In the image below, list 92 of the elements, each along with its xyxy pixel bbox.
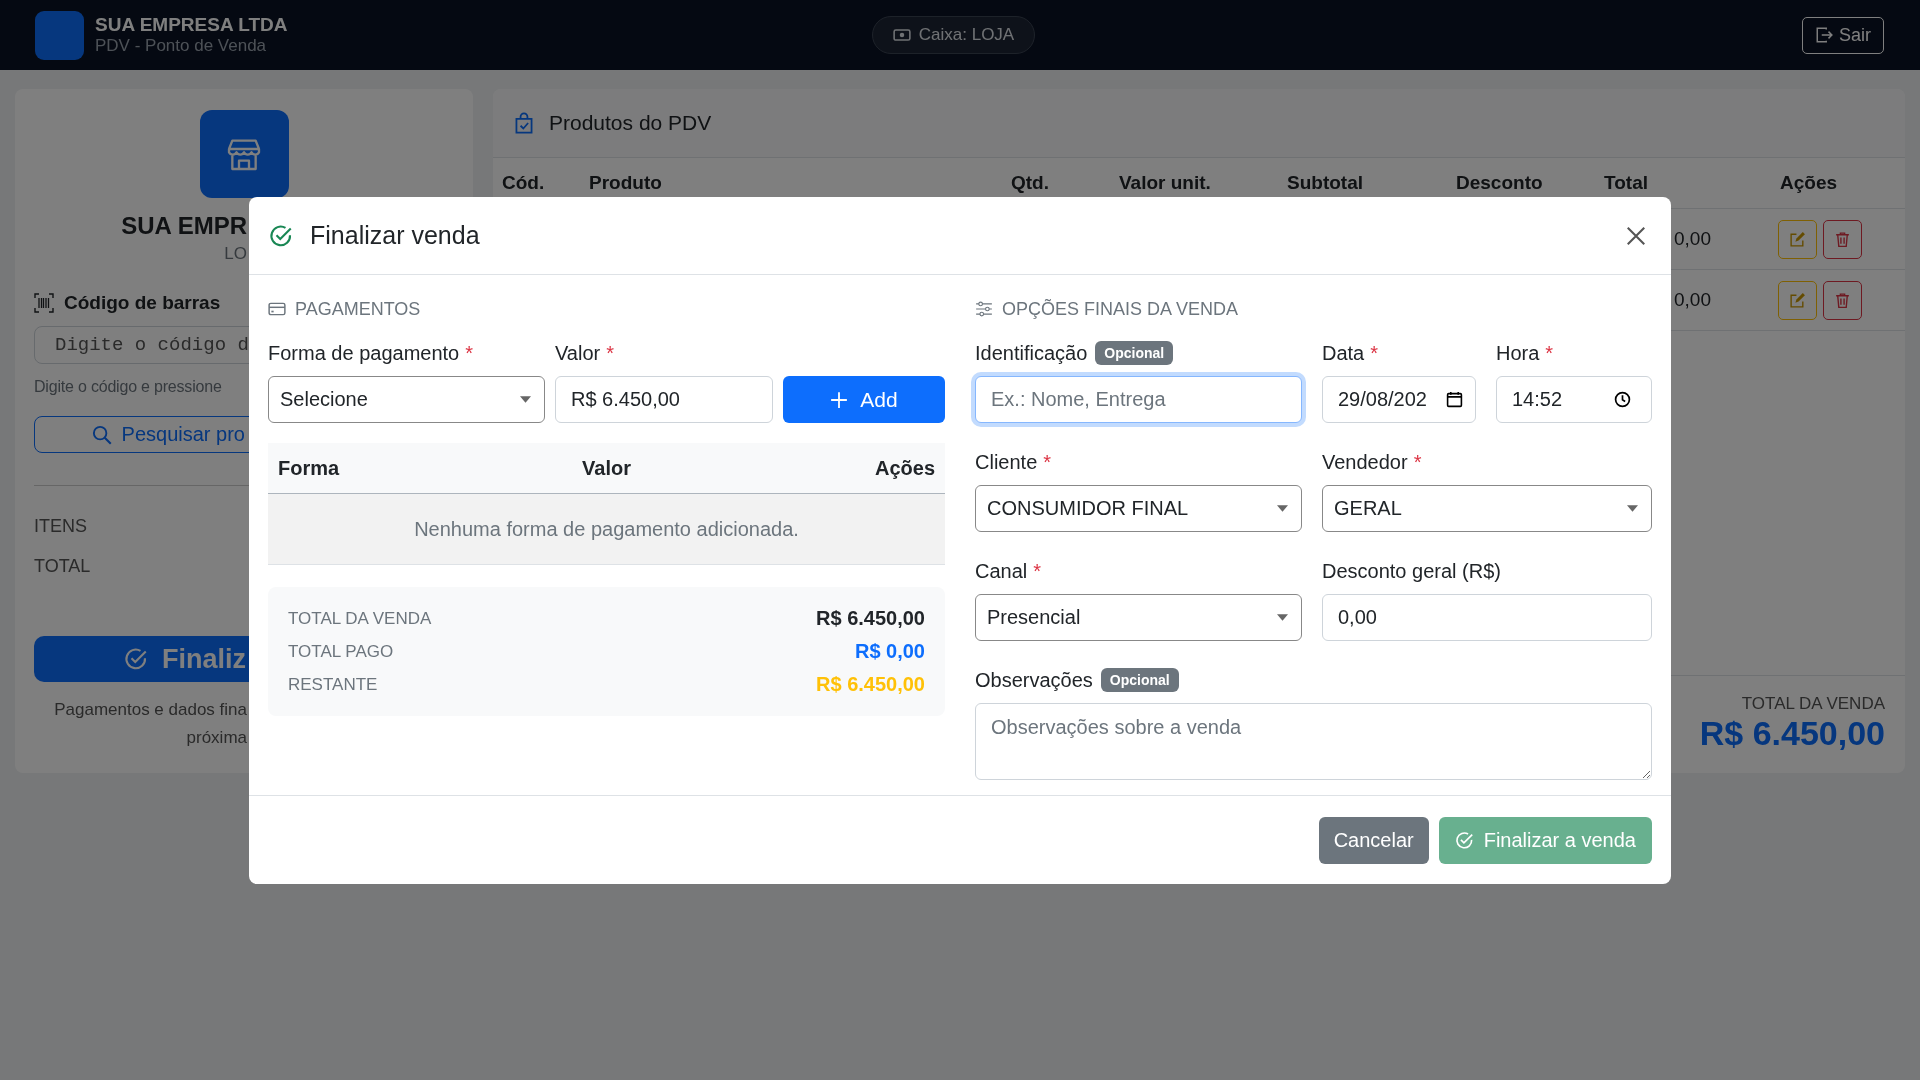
company-name: SUA EMPR <box>121 212 247 240</box>
clock-icon <box>1614 391 1631 408</box>
payment-method-select[interactable]: Selecione <box>268 376 545 423</box>
section-heading: OPÇÕES FINAIS DA VENDA <box>1002 298 1239 320</box>
required-mark: * <box>1370 341 1379 365</box>
field-label: Hora <box>1496 341 1540 365</box>
field-label: Canal <box>975 559 1028 583</box>
field-label: Valor <box>555 341 601 365</box>
select-field[interactable]: GERAL <box>1322 485 1652 532</box>
dialog-title: Finalizar venda <box>310 221 481 250</box>
edit-button[interactable] <box>1778 280 1817 320</box>
edit-icon <box>1789 230 1806 248</box>
field-label: Observações <box>975 668 1093 692</box>
add-payment-button[interactable]: Add <box>783 376 945 423</box>
cash-icon <box>892 26 911 44</box>
caret-icon <box>520 396 531 403</box>
column-header: Subtotal <box>1287 172 1364 194</box>
bag-check-icon <box>513 112 535 134</box>
caret-icon <box>1627 505 1638 512</box>
delete-button[interactable] <box>1823 280 1862 320</box>
column-header: Produto <box>589 172 663 194</box>
barcode-icon <box>34 293 54 313</box>
time-field[interactable]: 14:52 <box>1496 376 1652 423</box>
summary-value: R$ 6.450,00 <box>816 673 925 696</box>
text-input[interactable]: 0,00 <box>1322 594 1652 641</box>
field-label: Data <box>1322 341 1365 365</box>
optional-badge: Opcional <box>1100 668 1179 692</box>
optional-badge: Opcional <box>1095 341 1174 365</box>
required-mark: * <box>1545 341 1554 365</box>
date-field[interactable]: 29/08/202 <box>1322 376 1476 423</box>
field-label: Identificação <box>975 341 1088 365</box>
field-label: Cliente <box>975 450 1038 474</box>
required-mark: * <box>465 341 474 365</box>
column-header: Ações <box>873 456 935 480</box>
summary-label: TOTAL <box>34 556 92 578</box>
register-label: Caixa: LOJA <box>918 25 1015 45</box>
app-subtitle: PDV - Ponto de Venda <box>95 36 268 56</box>
column-header: Desconto <box>1456 172 1544 194</box>
finish-note: Pagamentos e dados fina próxima <box>54 699 247 749</box>
barcode-hint: Digite o código e pressione <box>34 377 222 396</box>
plus-icon <box>830 390 849 409</box>
caret-icon <box>1277 614 1288 621</box>
card-icon <box>268 300 286 318</box>
barcode-label: Código de barras <box>64 292 221 314</box>
field-label: Vendedor <box>1322 450 1408 474</box>
cancel-button[interactable]: Cancelar <box>1318 816 1429 864</box>
column-header: Qtd. <box>1011 172 1050 194</box>
close-icon <box>1625 224 1647 247</box>
select-field[interactable]: Presencial <box>975 594 1302 641</box>
logout-icon <box>1814 26 1833 44</box>
select-field[interactable]: CONSUMIDOR FINAL <box>975 485 1302 532</box>
table-cell: 0,00 <box>1674 228 1711 250</box>
amount-input[interactable]: R$ 6.450,00 <box>555 376 773 423</box>
field-label: Desconto geral (R$) <box>1322 559 1501 583</box>
required-mark: * <box>606 341 614 365</box>
required-mark: * <box>1413 450 1422 474</box>
calendar-icon <box>1446 391 1463 408</box>
column-header: Forma <box>278 456 341 480</box>
notes-textarea[interactable]: Observações sobre a venda <box>975 703 1652 780</box>
column-header: Valor unit. <box>1119 172 1212 194</box>
column-header: Valor <box>581 456 632 480</box>
total-value: R$ 6.450,00 <box>1699 714 1885 753</box>
panel-title: Produtos do PDV <box>549 111 712 135</box>
summary-value: R$ 6.450,00 <box>816 607 925 630</box>
summary-value: R$ 0,00 <box>854 640 925 663</box>
trash-icon <box>1834 230 1851 248</box>
check-circle-icon <box>1454 830 1474 850</box>
empty-message: Nenhuma forma de pagamento adicionada. <box>414 517 799 541</box>
trash-icon <box>1834 291 1851 309</box>
search-icon <box>91 424 112 445</box>
edit-button[interactable] <box>1778 219 1817 259</box>
sliders-icon <box>975 300 993 318</box>
column-header: Total <box>1604 172 1649 194</box>
delete-button[interactable] <box>1823 219 1862 259</box>
column-header: Cód. <box>502 172 546 194</box>
logout-button[interactable]: Sair <box>1801 16 1884 54</box>
edit-icon <box>1789 291 1806 309</box>
section-heading: PAGAMENTOS <box>295 298 421 320</box>
logo-square <box>35 10 84 60</box>
summary-label: TOTAL DA VENDA <box>288 608 432 629</box>
company-name: SUA EMPRESA LTDA <box>95 14 288 36</box>
store-name: LO <box>224 244 247 264</box>
check-circle-icon <box>124 647 148 672</box>
summary-label: TOTAL PAGO <box>288 641 394 662</box>
check-circle-icon <box>269 223 293 248</box>
table-cell: 0,00 <box>1674 289 1711 311</box>
text-input[interactable]: Ex.: Nome, Entrega <box>975 376 1302 423</box>
required-mark: * <box>1043 450 1052 474</box>
total-label: TOTAL DA VENDA <box>1741 694 1885 714</box>
caret-icon <box>1277 505 1288 512</box>
column-header: Ações <box>1779 172 1839 194</box>
required-mark: * <box>1033 559 1042 583</box>
